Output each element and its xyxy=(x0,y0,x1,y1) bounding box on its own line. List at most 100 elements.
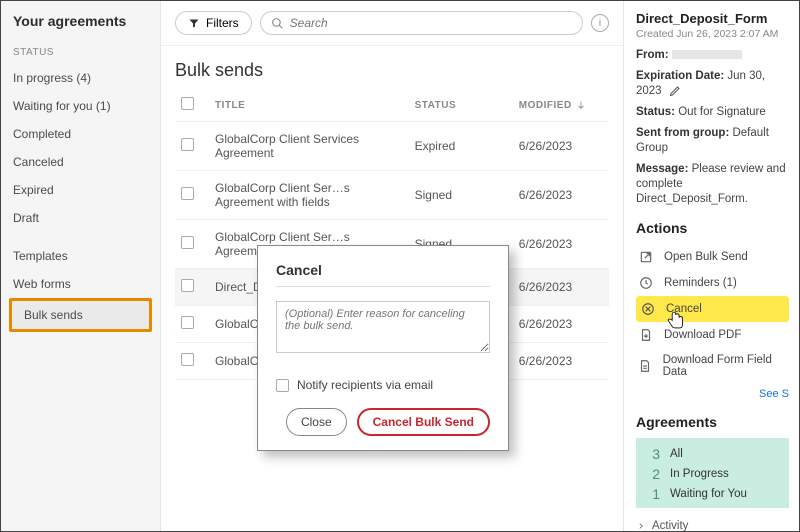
row-checkbox[interactable] xyxy=(181,353,194,366)
detail-from: From: xyxy=(636,48,789,63)
col-status[interactable]: STATUS xyxy=(409,89,513,122)
action-download-pdf[interactable]: Download PDF xyxy=(636,322,789,348)
agreements-all[interactable]: 3 All xyxy=(646,444,779,464)
row-modified: 6/26/2023 xyxy=(513,171,609,220)
sidebar-item-webforms[interactable]: Web forms xyxy=(1,270,160,298)
actions-heading: Actions xyxy=(636,220,789,236)
row-checkbox[interactable] xyxy=(181,138,194,151)
select-all-checkbox[interactable] xyxy=(181,97,194,110)
from-label: From: xyxy=(636,49,669,61)
label: All xyxy=(670,448,683,460)
sidebar-item-bulksends[interactable]: Bulk sends xyxy=(12,301,149,329)
action-label: Reminders (1) xyxy=(664,277,737,289)
detail-status: Status: Out for Signature xyxy=(636,105,789,120)
sidebar-item-completed[interactable]: Completed xyxy=(1,120,160,148)
row-title: GlobalCorp Client Ser…s Agreement with f… xyxy=(209,171,409,220)
details-panel: Direct_Deposit_Form Created Jun 26, 2023… xyxy=(623,1,799,531)
sidebar-item-draft[interactable]: Draft xyxy=(1,204,160,232)
notify-label: Notify recipients via email xyxy=(297,378,433,392)
sidebar-item-in-progress[interactable]: In progress (4) xyxy=(1,64,160,92)
row-checkbox[interactable] xyxy=(181,316,194,329)
detail-title: Direct_Deposit_Form xyxy=(636,11,789,26)
count: 1 xyxy=(646,486,660,502)
row-modified: 6/26/2023 xyxy=(513,343,609,380)
detail-expiration: Expiration Date: Jun 30, 2023 xyxy=(636,69,789,99)
notify-recipients-row[interactable]: Notify recipients via email xyxy=(276,378,490,392)
col-modified-label: MODIFIED xyxy=(519,100,572,111)
cancel-icon xyxy=(640,302,656,316)
action-cancel[interactable]: Cancel xyxy=(636,296,789,322)
action-open-bulk-send[interactable]: Open Bulk Send xyxy=(636,244,789,270)
open-icon xyxy=(638,250,654,264)
row-status: Signed xyxy=(409,171,513,220)
detail-created: Created Jun 26, 2023 2:07 AM xyxy=(636,28,789,40)
row-checkbox[interactable] xyxy=(181,236,194,249)
toolbar: Filters i xyxy=(161,1,623,46)
sidebar-item-bulksends-highlight: Bulk sends xyxy=(9,298,152,332)
sort-desc-icon xyxy=(576,100,586,110)
cancel-bulk-send-button[interactable]: Cancel Bulk Send xyxy=(357,408,490,436)
action-label: Cancel xyxy=(666,303,702,315)
sidebar-item-expired[interactable]: Expired xyxy=(1,176,160,204)
activity-label: Activity xyxy=(652,520,688,531)
group-label: Sent from group: xyxy=(636,127,729,139)
see-more-link[interactable]: See S xyxy=(759,388,789,400)
page-title: Your agreements xyxy=(1,13,160,43)
cancel-reason-input[interactable] xyxy=(276,301,490,353)
from-value-redacted xyxy=(672,50,742,59)
action-label: Download Form Field Data xyxy=(663,354,787,378)
count: 2 xyxy=(646,466,660,482)
detail-group: Sent from group: Default Group xyxy=(636,126,789,156)
sidebar-item-canceled[interactable]: Canceled xyxy=(1,148,160,176)
row-modified: 6/26/2023 xyxy=(513,122,609,171)
filter-icon xyxy=(188,17,200,29)
search-icon xyxy=(271,17,284,30)
message-label: Message: xyxy=(636,163,688,175)
row-checkbox[interactable] xyxy=(181,279,194,292)
agreements-heading: Agreements xyxy=(636,414,789,430)
clock-icon xyxy=(638,276,654,290)
cancel-modal: Cancel Notify recipients via email Close… xyxy=(257,245,509,451)
chevron-right-icon xyxy=(636,521,646,531)
sidebar-item-templates[interactable]: Templates xyxy=(1,242,160,270)
agreements-waiting[interactable]: 1 Waiting for You xyxy=(646,484,779,504)
modal-title: Cancel xyxy=(276,262,490,278)
status-section-label: STATUS xyxy=(1,43,160,64)
col-modified[interactable]: MODIFIED xyxy=(513,89,609,122)
action-label: Download PDF xyxy=(664,329,741,341)
content: Bulk sends TITLE STATUS MODIFIED xyxy=(161,46,623,380)
row-status: Expired xyxy=(409,122,513,171)
action-reminders[interactable]: Reminders (1) xyxy=(636,270,789,296)
action-label: Open Bulk Send xyxy=(664,251,748,263)
edit-expiration-icon[interactable] xyxy=(669,85,681,97)
action-download-form-data[interactable]: Download Form Field Data xyxy=(636,348,789,384)
agreements-summary: 3 All 2 In Progress 1 Waiting for You xyxy=(636,438,789,508)
filters-label: Filters xyxy=(206,16,239,30)
row-checkbox[interactable] xyxy=(181,187,194,200)
count: 3 xyxy=(646,446,660,462)
table-row[interactable]: GlobalCorp Client Ser…s Agreement with f… xyxy=(175,171,609,220)
status-value: Out for Signature xyxy=(678,106,766,118)
table-row[interactable]: GlobalCorp Client Services AgreementExpi… xyxy=(175,122,609,171)
status-label: Status: xyxy=(636,106,675,118)
search-input[interactable] xyxy=(290,16,572,30)
row-title: GlobalCorp Client Services Agreement xyxy=(209,122,409,171)
row-modified: 6/26/2023 xyxy=(513,220,609,269)
download-data-icon xyxy=(638,359,653,373)
search-field[interactable] xyxy=(260,11,583,35)
close-button[interactable]: Close xyxy=(286,408,347,436)
info-icon[interactable]: i xyxy=(591,14,609,32)
expiration-label: Expiration Date: xyxy=(636,70,724,82)
agreements-in-progress[interactable]: 2 In Progress xyxy=(646,464,779,484)
filters-button[interactable]: Filters xyxy=(175,11,252,35)
col-title[interactable]: TITLE xyxy=(209,89,409,122)
sidebar: Your agreements STATUS In progress (4) W… xyxy=(1,1,161,531)
label: Waiting for You xyxy=(670,488,747,500)
content-heading: Bulk sends xyxy=(175,60,609,81)
row-modified: 6/26/2023 xyxy=(513,306,609,343)
main-area: Filters i Bulk sends TITLE STATUS xyxy=(161,1,623,531)
notify-checkbox[interactable] xyxy=(276,379,289,392)
activity-toggle[interactable]: Activity xyxy=(636,520,789,531)
detail-message: Message: Please review and complete Dire… xyxy=(636,162,789,207)
sidebar-item-waiting[interactable]: Waiting for you (1) xyxy=(1,92,160,120)
